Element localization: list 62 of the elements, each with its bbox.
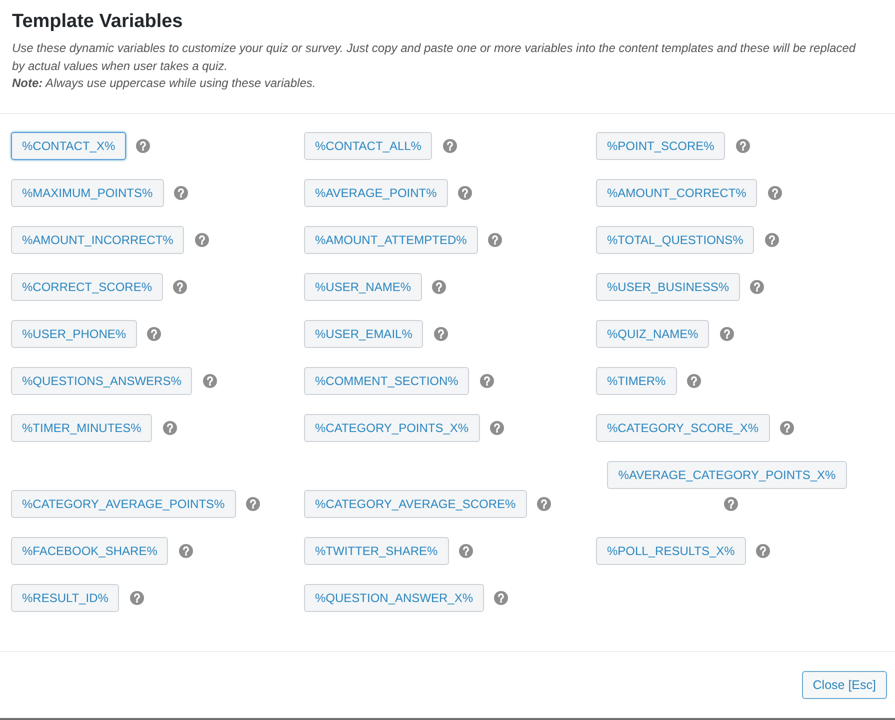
help-icon[interactable] [162, 421, 177, 436]
variable-button[interactable]: %AMOUNT_INCORRECT% [11, 226, 184, 254]
help-icon[interactable] [720, 327, 734, 342]
variable-button[interactable]: %CONTACT_ALL% [304, 132, 432, 160]
variable-button[interactable]: %TIMER% [596, 367, 677, 396]
variable-button[interactable]: %POINT_SCORE% [596, 132, 726, 160]
variable-button[interactable]: %CATEGORY_AVERAGE_POINTS% [11, 490, 236, 518]
variable-button[interactable]: %CATEGORY_SCORE_X% [596, 414, 770, 442]
variable-button[interactable]: %QUESTIONS_ANSWERS% [11, 367, 192, 396]
variable-button[interactable]: %CORRECT_SCORE% [11, 273, 164, 302]
help-icon[interactable] [434, 327, 448, 342]
help-icon[interactable] [687, 374, 702, 388]
variable-button[interactable]: %AVERAGE_CATEGORY_POINTS_X% [607, 461, 847, 490]
help-icon[interactable] [442, 139, 457, 154]
variable-button[interactable]: %USER_PHONE% [11, 320, 138, 348]
variable-button[interactable]: %USER_BUSINESS% [596, 273, 740, 302]
variable-button[interactable]: %FACEBOOK_SHARE% [11, 537, 168, 566]
help-icon[interactable] [178, 544, 193, 558]
help-icon[interactable] [768, 186, 782, 200]
variable-button[interactable]: %RESULT_ID% [11, 584, 120, 612]
variable-button[interactable]: %TWITTER_SHARE% [304, 537, 449, 566]
variable-button[interactable]: %AVERAGE_POINT% [304, 179, 448, 208]
help-icon[interactable] [488, 233, 502, 248]
variable-button[interactable]: %QUIZ_NAME% [596, 320, 710, 348]
variable-button[interactable]: %QUESTION_ANSWER_X% [304, 584, 484, 612]
help-icon[interactable] [494, 591, 508, 606]
variable-button[interactable]: %USER_NAME% [304, 273, 422, 302]
variable-button[interactable]: %POLL_RESULTS_X% [596, 537, 746, 566]
help-icon[interactable] [246, 497, 260, 512]
help-icon[interactable] [764, 233, 779, 248]
help-icon[interactable] [194, 233, 209, 248]
variable-button[interactable]: %COMMENT_SECTION% [304, 367, 470, 396]
variable-button[interactable]: %AMOUNT_CORRECT% [596, 179, 758, 208]
help-icon[interactable] [537, 497, 552, 512]
help-icon[interactable] [780, 421, 794, 436]
note-text: Note: Always use uppercase while using these variables. [12, 75, 317, 92]
variable-button[interactable]: %CATEGORY_POINTS_X% [304, 414, 480, 442]
help-icon[interactable] [202, 374, 217, 388]
variable-button[interactable]: %CONTACT_X% [11, 132, 126, 160]
help-icon[interactable] [147, 327, 162, 342]
help-icon[interactable] [480, 374, 494, 388]
help-icon[interactable] [173, 280, 188, 294]
description-text: Use these dynamic variables to customize your quiz or survey. Just copy and paste one or more variables into the content templates and these will be replaced by actual values when user takes a quiz. [12, 40, 857, 74]
help-icon[interactable] [130, 591, 144, 606]
variable-button[interactable]: %MAXIMUM_POINTS% [11, 179, 164, 208]
variable-button[interactable]: %TIMER_MINUTES% [11, 414, 152, 442]
variable-button[interactable]: %TOTAL_QUESTIONS% [596, 226, 754, 254]
help-icon[interactable] [432, 280, 446, 294]
close-button[interactable]: Close [Esc] [802, 671, 887, 699]
help-icon[interactable] [458, 186, 472, 200]
help-icon[interactable] [174, 186, 188, 200]
modal-title: Template Variables [12, 10, 184, 34]
variable-button[interactable]: %CATEGORY_AVERAGE_SCORE% [304, 490, 527, 518]
help-icon[interactable] [724, 497, 738, 512]
help-icon[interactable] [736, 139, 750, 154]
variable-button[interactable]: %USER_EMAIL% [304, 320, 424, 348]
help-icon[interactable] [136, 139, 150, 154]
help-icon[interactable] [750, 280, 764, 294]
help-icon[interactable] [490, 421, 504, 436]
help-icon[interactable] [459, 544, 474, 558]
help-icon[interactable] [756, 544, 770, 558]
variable-button[interactable]: %AMOUNT_ATTEMPTED% [304, 226, 478, 254]
